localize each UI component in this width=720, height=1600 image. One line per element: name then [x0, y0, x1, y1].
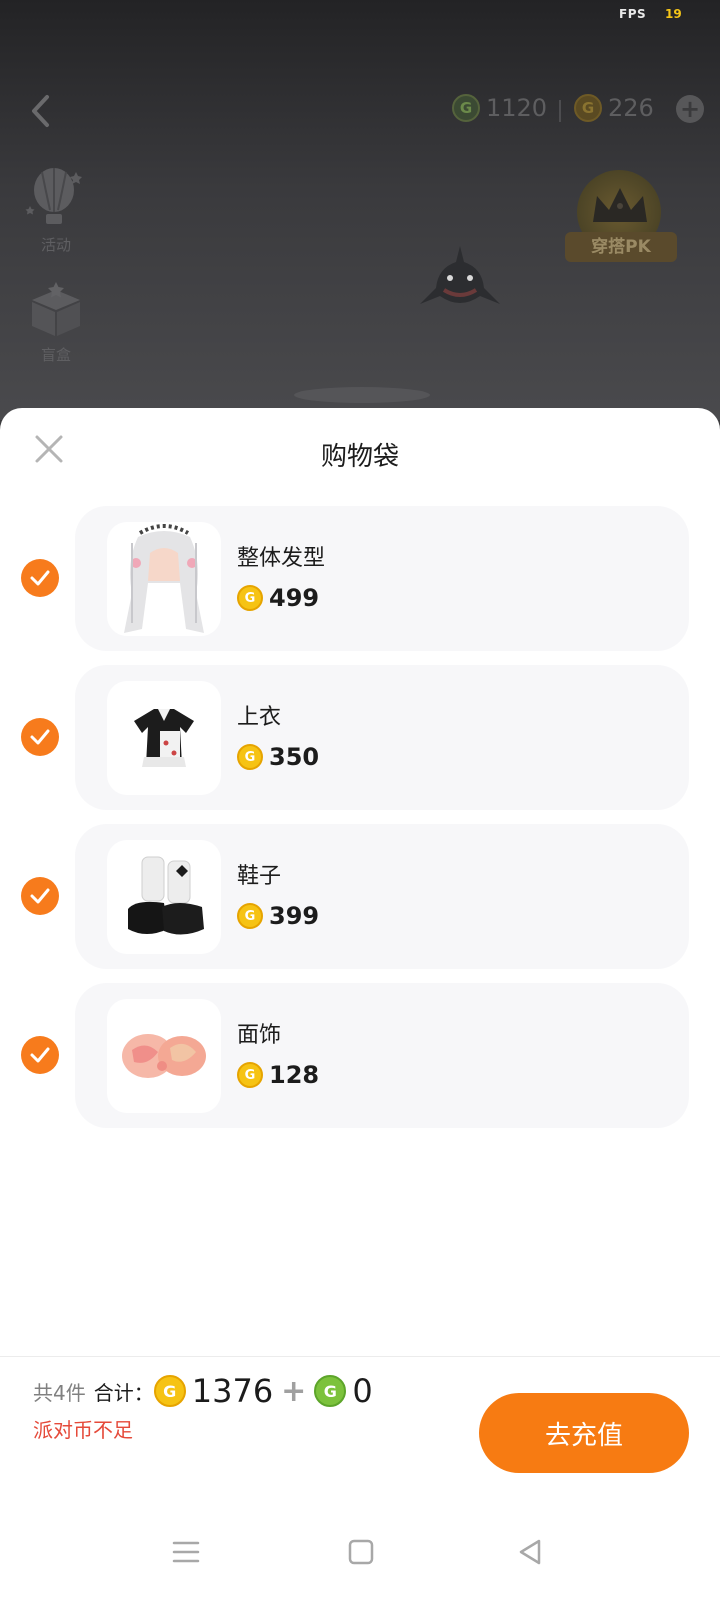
item-name: 鞋子 — [237, 864, 282, 889]
blindbox-label: 盲盒 — [40, 346, 71, 364]
item-price: G 499 — [237, 584, 319, 612]
blindbox-button[interactable]: 盲盒 — [24, 280, 88, 365]
back-triangle-icon — [519, 1539, 541, 1565]
home-button[interactable] — [341, 1532, 381, 1572]
gold-currency-display: G 226 — [574, 94, 654, 122]
insufficient-funds-warning: 派对币不足 — [33, 1418, 133, 1442]
cart-item-row: 面饰 G 128 — [0, 983, 720, 1128]
cart-item-card[interactable]: 整体发型 G 499 — [75, 506, 689, 651]
item-price-value: 399 — [269, 902, 320, 930]
green-coin-icon: G — [314, 1375, 347, 1407]
shoes-image — [128, 856, 204, 935]
item-checkbox[interactable] — [21, 1036, 59, 1074]
gold-currency-amount: 226 — [608, 94, 654, 122]
back-button[interactable] — [22, 88, 58, 134]
item-price-value: 499 — [269, 584, 320, 612]
face-decoration-image — [122, 1034, 206, 1078]
menu-icon — [172, 1541, 200, 1563]
system-nav-bar — [0, 1500, 720, 1600]
item-price-value: 128 — [269, 1061, 320, 1089]
item-thumbnail — [107, 681, 221, 795]
pk-label: 穿搭PK — [565, 232, 677, 262]
summary-divider — [0, 1356, 720, 1357]
cart-item-list: 整体发型 G 499 上衣 G 350 鞋子 G 399 面饰 G 128 — [0, 506, 720, 1142]
back-icon — [32, 95, 49, 127]
item-price: G 350 — [237, 743, 319, 771]
total-label: 合计： — [93, 1380, 154, 1405]
green-coin-icon: G — [452, 94, 480, 122]
check-icon — [30, 570, 50, 586]
item-checkbox[interactable] — [21, 718, 59, 756]
cart-item-card[interactable]: 面饰 G 128 — [75, 983, 689, 1128]
item-name: 面饰 — [237, 1023, 282, 1048]
green-currency-display: G 1120 — [452, 94, 547, 122]
green-total: 0 — [352, 1372, 373, 1410]
gold-coin-icon: G — [237, 903, 263, 929]
check-icon — [30, 1047, 50, 1063]
check-icon — [30, 888, 50, 904]
item-name: 上衣 — [237, 705, 282, 730]
top-garment-image — [134, 709, 194, 767]
item-thumbnail — [107, 522, 221, 636]
green-currency-amount: 1120 — [486, 94, 548, 122]
summary-total-line: 共4件 合计： G 1376 + G 0 — [33, 1372, 373, 1410]
gold-coin-icon: G — [237, 1062, 263, 1088]
activity-button[interactable]: 活动 — [24, 166, 88, 255]
item-price: G 399 — [237, 902, 319, 930]
item-price: G 128 — [237, 1061, 319, 1089]
system-back-button[interactable] — [510, 1532, 550, 1572]
outfit-pk-button[interactable]: 穿搭PK — [565, 170, 677, 266]
item-checkbox[interactable] — [21, 559, 59, 597]
order-summary: 共4件 合计： G 1376 + G 0 派对币不足 — [33, 1372, 373, 1443]
shopping-bag-sheet: 购物袋 整体发型 G 499 上衣 G 350 鞋子 G 399 面饰 G 12… — [0, 408, 720, 1600]
avatar-pedestal — [294, 387, 430, 403]
cart-item-row: 上衣 G 350 — [0, 665, 720, 810]
item-thumbnail — [107, 999, 221, 1113]
item-thumbnail — [107, 840, 221, 954]
item-price-value: 350 — [269, 743, 320, 771]
cart-item-row: 鞋子 G 399 — [0, 824, 720, 969]
gold-coin-icon: G — [574, 94, 602, 122]
gold-coin-icon: G — [237, 585, 263, 611]
item-checkbox[interactable] — [21, 877, 59, 915]
sheet-title: 购物袋 — [320, 442, 399, 472]
cart-item-card[interactable]: 上衣 G 350 — [75, 665, 689, 810]
check-icon — [30, 729, 50, 745]
gold-total: 1376 — [191, 1372, 274, 1410]
home-icon — [348, 1539, 374, 1565]
recent-apps-button[interactable] — [166, 1532, 206, 1572]
currency-divider — [559, 100, 561, 122]
cart-item-card[interactable]: 鞋子 G 399 — [75, 824, 689, 969]
gold-coin-icon: G — [237, 744, 263, 770]
gift-box-icon — [32, 282, 80, 336]
hairstyle-image — [124, 524, 204, 633]
game-scene-background: FPS 19 G 1120 G 226 + 活动 盲盒 穿搭PK — [0, 0, 720, 420]
activity-label: 活动 — [40, 236, 71, 254]
fps-value: 19 — [665, 7, 682, 21]
shark-icon — [420, 246, 500, 304]
cart-item-row: 整体发型 G 499 — [0, 506, 720, 651]
balloon-icon — [25, 168, 82, 224]
add-currency-button[interactable]: + — [676, 95, 704, 123]
gold-coin-icon: G — [153, 1375, 186, 1407]
fps-label: FPS — [619, 7, 647, 21]
item-name: 整体发型 — [237, 546, 326, 571]
item-count: 共4件 — [33, 1380, 86, 1405]
recharge-button[interactable]: 去充值 — [479, 1393, 689, 1473]
plus-sign: + — [281, 1373, 307, 1409]
crown-icon — [593, 188, 647, 222]
